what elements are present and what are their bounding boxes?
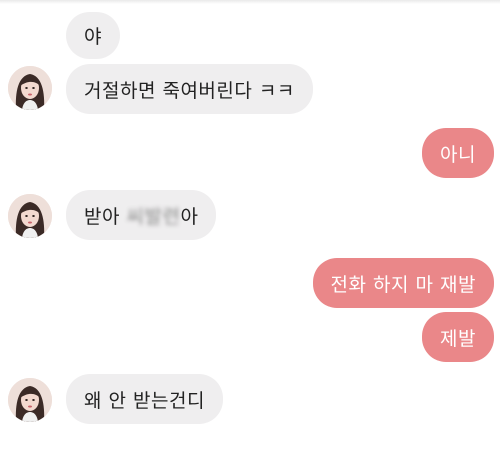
message-text: 전화 하지 마 재발 bbox=[330, 273, 476, 296]
message-bubble-outgoing[interactable]: 전화 하지 마 재발 bbox=[312, 258, 494, 308]
message-bubble-outgoing[interactable]: 아니 bbox=[422, 128, 494, 178]
message-bubble-incoming[interactable]: 받아 씨발련 아 bbox=[66, 190, 217, 240]
censored-text: 씨발련 bbox=[126, 205, 181, 228]
profile-photo-icon bbox=[8, 66, 52, 110]
chat-conversation: 야 거절하면 죽여버린다 ㅋㅋ 아니 받아 씨발련 아 전화 하지 마 재발 제… bbox=[0, 0, 500, 462]
message-bubble-incoming[interactable]: 왜 안 받는건디 bbox=[66, 374, 223, 424]
message-text-prefix: 받아 bbox=[84, 205, 127, 228]
message-bubble-incoming[interactable]: 거절하면 죽여버린다 ㅋㅋ bbox=[66, 64, 313, 114]
profile-photo-icon bbox=[8, 194, 52, 238]
message-text: 아니 bbox=[440, 143, 476, 166]
top-edge bbox=[0, 0, 500, 4]
message-text: 거절하면 죽여버린다 ㅋㅋ bbox=[84, 79, 295, 102]
message-bubble-outgoing[interactable]: 제발 bbox=[422, 312, 494, 362]
message-text-suffix: 아 bbox=[180, 205, 199, 228]
message-text: 제발 bbox=[440, 327, 476, 350]
avatar[interactable] bbox=[8, 194, 52, 238]
avatar[interactable] bbox=[8, 66, 52, 110]
profile-photo-icon bbox=[8, 378, 52, 422]
message-text: 야 bbox=[84, 26, 102, 48]
message-text: 왜 안 받는건디 bbox=[84, 389, 205, 412]
avatar[interactable] bbox=[8, 378, 52, 422]
message-bubble-incoming[interactable]: 야 bbox=[66, 12, 120, 59]
